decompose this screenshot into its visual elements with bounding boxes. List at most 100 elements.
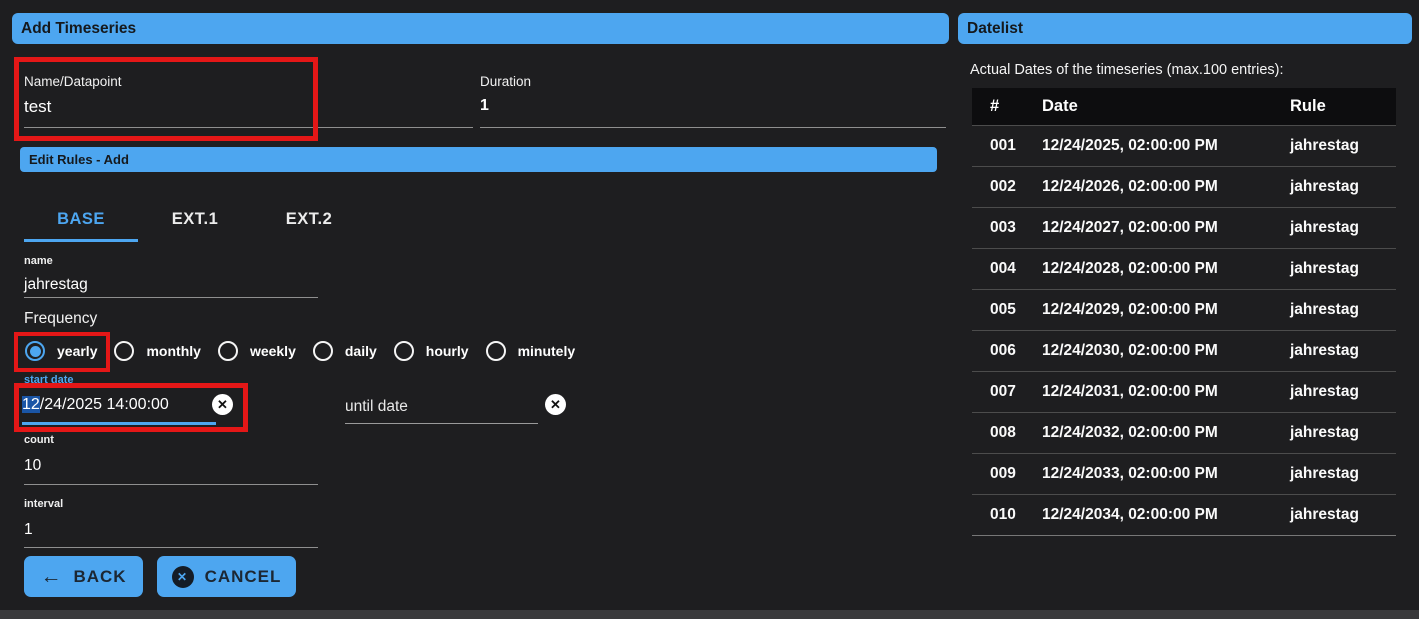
row-date-cell: 12/24/2030, 02:00:00 PM [1042,341,1218,359]
rule-name-underline [24,297,318,298]
row-rule-cell: jahrestag [1290,136,1359,154]
radio-unselected-icon [485,341,506,361]
row-num-cell: 003 [990,218,1016,236]
radio-unselected-icon [393,341,414,361]
row-num-cell: 010 [990,505,1016,523]
duration-label: Duration [480,74,532,89]
radio-dot [490,346,501,357]
table-row: 005 12/24/2029, 02:00:00 PM jahrestag [972,289,1396,330]
annotation-box-yearly-radio [14,332,110,372]
row-num-cell: 007 [990,382,1016,400]
table-row: 007 12/24/2031, 02:00:00 PM jahrestag [972,371,1396,412]
date-table-header-rule: Rule [1290,96,1326,115]
tab-base[interactable]: BASE [24,200,138,238]
frequency-radio-daily[interactable]: daily [312,341,377,361]
back-button[interactable]: ← BACK [24,556,143,597]
annotation-box-start-date [14,383,248,432]
radio-unselected-icon [114,341,135,361]
row-date-cell: 12/24/2029, 02:00:00 PM [1042,300,1218,318]
row-rule-cell: jahrestag [1290,259,1359,277]
frequency-radio-minutely[interactable]: minutely [485,341,576,361]
frequency-radio-label: weekly [249,343,296,359]
radio-unselected-icon [217,341,238,361]
row-num-cell: 006 [990,341,1016,359]
table-row: 009 12/24/2033, 02:00:00 PM jahrestag [972,453,1396,494]
until-date-underline [345,423,538,424]
row-num-cell: 009 [990,464,1016,482]
table-row: 010 12/24/2034, 02:00:00 PM jahrestag [972,494,1396,535]
row-num-cell: 001 [990,136,1016,154]
row-rule-cell: jahrestag [1290,423,1359,441]
row-num-cell: 008 [990,423,1016,441]
frequency-radio-label: hourly [425,343,469,359]
row-rule-cell: jahrestag [1290,218,1359,236]
tab-ext2[interactable]: EXT.2 [252,200,366,238]
row-date-cell: 12/24/2025, 02:00:00 PM [1042,136,1218,154]
row-rule-cell: jahrestag [1290,341,1359,359]
row-num-cell: 002 [990,177,1016,195]
annotation-box-name-datapoint [14,57,318,141]
frequency-radio-weekly[interactable]: weekly [217,341,296,361]
duration-underline [480,127,946,128]
row-num-cell: 004 [990,259,1016,277]
radio-unselected-icon [312,341,333,361]
date-table-header-num: # [990,96,1000,115]
cancel-button[interactable]: ✕ CANCEL [157,556,296,597]
rule-name-label: name [24,255,53,267]
row-date-cell: 12/24/2034, 02:00:00 PM [1042,505,1218,523]
row-rule-cell: jahrestag [1290,505,1359,523]
row-date-cell: 12/24/2026, 02:00:00 PM [1042,177,1218,195]
active-tab-indicator [24,239,138,242]
datelist-caption: Actual Dates of the timeseries (max.100 … [970,62,1284,78]
table-row: 003 12/24/2027, 02:00:00 PM jahrestag [972,207,1396,248]
add-timeseries-header: Add Timeseries [12,13,949,44]
frequency-radio-label: daily [344,343,377,359]
interval-underline [24,547,318,548]
row-date-cell: 12/24/2032, 02:00:00 PM [1042,423,1218,441]
row-rule-cell: jahrestag [1290,177,1359,195]
row-date-cell: 12/24/2033, 02:00:00 PM [1042,464,1218,482]
until-date-input[interactable]: until date [345,398,408,416]
until-date-clear-icon[interactable]: ✕ [545,394,566,415]
frequency-radio-label: minutely [517,343,576,359]
bottom-scrollbar-track[interactable] [0,610,1419,619]
interval-input[interactable]: 1 [24,521,33,539]
radio-dot [119,346,130,357]
table-row: 004 12/24/2028, 02:00:00 PM jahrestag [972,248,1396,289]
cancel-x-icon: ✕ [171,565,194,588]
row-rule-cell: jahrestag [1290,382,1359,400]
row-date-cell: 12/24/2027, 02:00:00 PM [1042,218,1218,236]
frequency-radio-label: monthly [146,343,201,359]
datelist-header: Datelist [958,13,1412,44]
table-row: 008 12/24/2032, 02:00:00 PM jahrestag [972,412,1396,453]
edit-rules-header: Edit Rules - Add [20,147,937,172]
back-button-label: BACK [73,566,127,586]
frequency-label: Frequency [24,310,98,327]
app-window: Add Timeseries Name/Datapoint test Durat… [0,0,1419,619]
radio-dot [222,346,233,357]
interval-label: interval [24,498,64,510]
cancel-button-label: CANCEL [204,566,282,586]
date-table-head: # Date Rule [972,88,1396,125]
row-rule-cell: jahrestag [1290,464,1359,482]
row-rule-cell: jahrestag [1290,300,1359,318]
duration-input[interactable]: 1 [480,97,489,115]
date-table: # Date Rule 001 12/24/2025, 02:00:00 PM ja… [972,88,1396,536]
frequency-radio-monthly[interactable]: monthly [114,341,201,361]
count-label: count [24,434,54,446]
count-underline [24,484,318,485]
date-table-body: 001 12/24/2025, 02:00:00 PM jahrestag 002 12… [972,125,1396,535]
back-arrow-icon: ← [40,564,63,588]
date-table-header-date: Date [1042,96,1078,115]
tab-ext1[interactable]: EXT.1 [138,200,252,238]
frequency-radio-hourly[interactable]: hourly [393,341,469,361]
row-date-cell: 12/24/2028, 02:00:00 PM [1042,259,1218,277]
radio-dot [317,346,328,357]
row-date-cell: 12/24/2031, 02:00:00 PM [1042,382,1218,400]
row-num-cell: 005 [990,300,1016,318]
rule-name-input[interactable]: jahrestag [24,276,88,294]
table-row: 001 12/24/2025, 02:00:00 PM jahrestag [972,125,1396,166]
table-row: 002 12/24/2026, 02:00:00 PM jahrestag [972,166,1396,207]
count-input[interactable]: 10 [24,457,41,475]
table-row: 006 12/24/2030, 02:00:00 PM jahrestag [972,330,1396,371]
